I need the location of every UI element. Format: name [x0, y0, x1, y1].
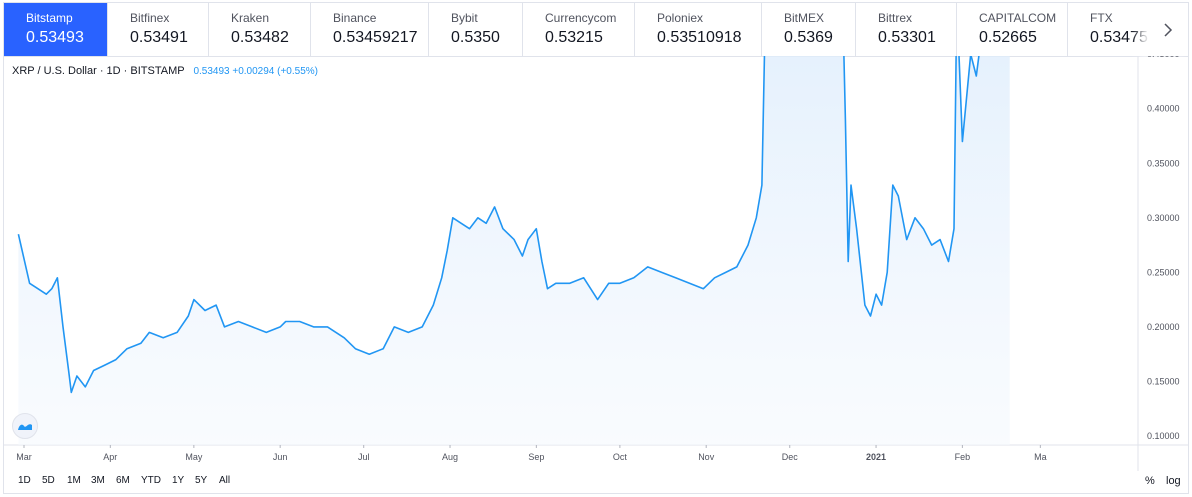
- chart-widget: Bitstamp 0.53493 Bitfinex 0.53491 Kraken 0.53…: [3, 2, 1189, 494]
- price-chart[interactable]: 0.10000 0.15000 0.20000 0.25000 0.30000 0.350…: [4, 56, 1188, 471]
- exchange-name: Currencycom: [545, 11, 617, 25]
- exchange-name: Bybit: [451, 11, 478, 25]
- exchange-name: BitMEX: [784, 11, 825, 25]
- timeframe-button-1m[interactable]: 1M: [67, 475, 81, 486]
- y-tick-label: 0.30000: [1147, 213, 1180, 223]
- y-tick-label: 0.15000: [1147, 376, 1180, 386]
- timeframe-button-3m[interactable]: 3M: [91, 475, 105, 486]
- exchange-price: 0.53491: [130, 29, 188, 46]
- x-tick-label: Apr: [103, 452, 117, 462]
- bottom-toolbar: 1D 5D 1M 3M 6M YTD 1Y 5Y All % log: [4, 471, 1188, 493]
- timeframe-button-all[interactable]: All: [219, 475, 230, 486]
- symbol-title: XRP / U.S. Dollar · 1D · BITSTAMP: [12, 65, 185, 77]
- x-tick-label: Jun: [273, 452, 288, 462]
- exchange-tab-capitalcom[interactable]: CAPITALCOM 0.52665: [957, 3, 1068, 56]
- exchange-tab-currencycom[interactable]: Currencycom 0.53215: [523, 3, 635, 56]
- x-tick-label: Jul: [358, 452, 370, 462]
- exchange-tab-bittrex[interactable]: Bittrex 0.53301: [856, 3, 957, 56]
- y-tick-label: 0.35000: [1147, 158, 1180, 168]
- exchange-price: 0.53493: [26, 29, 84, 46]
- exchange-price: 0.53510918: [657, 29, 742, 46]
- x-tick-label: Dec: [782, 452, 799, 462]
- y-tick-label: 0.40000: [1147, 104, 1180, 114]
- exchange-price: 0.53215: [545, 29, 603, 46]
- exchange-tabs: Bitstamp 0.53493 Bitfinex 0.53491 Kraken 0.53…: [4, 3, 1188, 57]
- exchange-price: 0.53482: [231, 29, 289, 46]
- x-tick-label: Ma: [1034, 452, 1047, 462]
- exchange-price: 0.53459217: [333, 29, 418, 46]
- exchange-name: Bitfinex: [130, 11, 170, 25]
- percent-scale-toggle[interactable]: %: [1145, 475, 1155, 487]
- exchange-tab-binance[interactable]: Binance 0.53459217: [311, 3, 429, 56]
- exchange-tab-poloniex[interactable]: Poloniex 0.53510918: [635, 3, 762, 56]
- x-tick-label: Aug: [442, 452, 458, 462]
- timeframe-button-1d[interactable]: 1D: [18, 475, 31, 486]
- exchange-name: Bitstamp: [26, 11, 73, 25]
- x-tick-label: Oct: [613, 452, 628, 462]
- y-tick-label: 0.45000: [1147, 56, 1180, 59]
- x-tick-label: May: [185, 452, 203, 462]
- x-tick-label: 2021: [866, 452, 886, 462]
- x-tick-label: Feb: [955, 452, 971, 462]
- exchange-price: 0.5350: [451, 29, 500, 46]
- x-tick-label: Nov: [698, 452, 715, 462]
- exchange-tab-bitstamp[interactable]: Bitstamp 0.53493: [4, 3, 108, 56]
- x-tick-label: Mar: [16, 452, 32, 462]
- exchange-name: Poloniex: [657, 11, 704, 25]
- scroll-tabs-button[interactable]: [1148, 3, 1188, 56]
- exchange-price: 0.53301: [878, 29, 936, 46]
- exchange-price: 0.5369: [784, 29, 833, 46]
- exchange-tab-bitfinex[interactable]: Bitfinex 0.53491: [108, 3, 209, 56]
- chevron-right-icon: [1164, 22, 1173, 37]
- chart-legend: XRP / U.S. Dollar · 1D · BITSTAMP 0.5349…: [12, 65, 318, 77]
- y-tick-label: 0.20000: [1147, 322, 1180, 332]
- exchange-name: Bittrex: [878, 11, 913, 25]
- timeframe-button-ytd[interactable]: YTD: [141, 475, 161, 486]
- y-tick-label: 0.10000: [1147, 431, 1180, 441]
- legend-values: 0.53493 +0.00294 (+0.55%): [193, 66, 318, 77]
- y-tick-label: 0.25000: [1147, 267, 1180, 277]
- log-scale-toggle[interactable]: log: [1166, 475, 1181, 487]
- exchange-tab-kraken[interactable]: Kraken 0.53482: [209, 3, 311, 56]
- exchange-name: Kraken: [231, 11, 270, 25]
- x-tick-label: Sep: [528, 452, 544, 462]
- tradingview-logo-icon[interactable]: [12, 413, 38, 439]
- exchange-name: Binance: [333, 11, 377, 25]
- exchange-tab-bybit[interactable]: Bybit 0.5350: [429, 3, 523, 56]
- timeframe-button-5d[interactable]: 5D: [42, 475, 55, 486]
- price-area-fill: [18, 56, 1010, 445]
- timeframe-button-5y[interactable]: 5Y: [195, 475, 207, 486]
- exchange-tab-bitmex[interactable]: BitMEX 0.5369: [762, 3, 856, 56]
- exchange-name: CAPITALCOM: [979, 11, 1057, 25]
- exchange-price: 0.52665: [979, 29, 1037, 46]
- timeframe-button-1y[interactable]: 1Y: [172, 475, 184, 486]
- timeframe-button-6m[interactable]: 6M: [116, 475, 130, 486]
